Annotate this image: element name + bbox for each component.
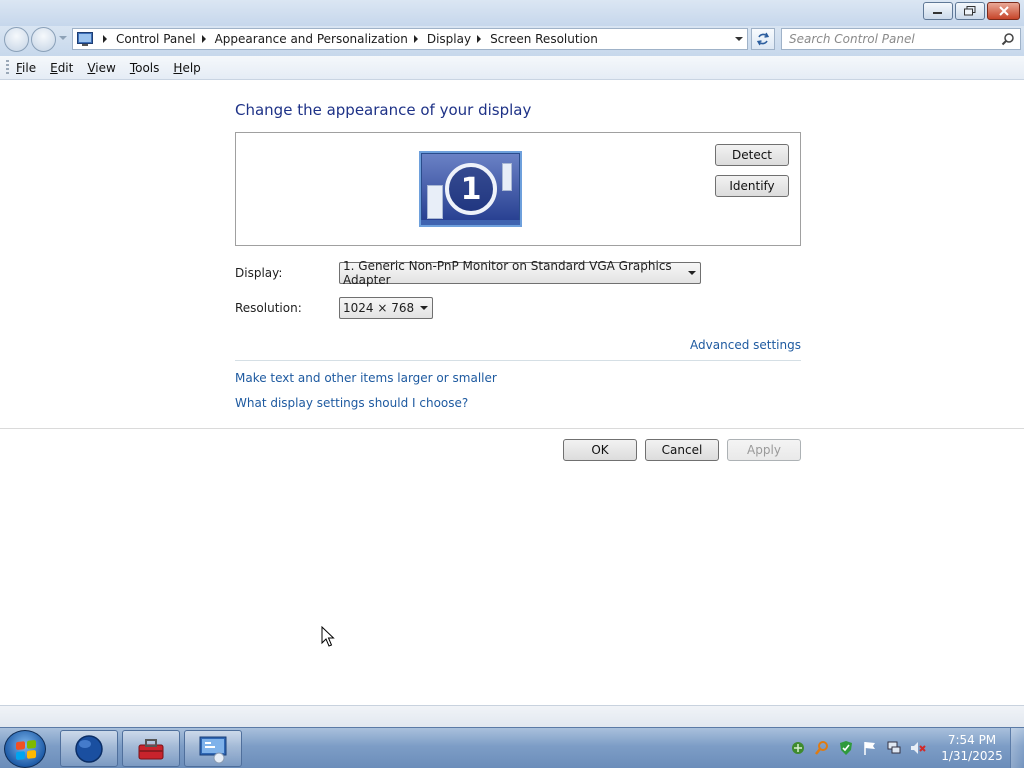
identify-button[interactable]: Identify [715,175,789,197]
chevron-right-icon[interactable] [477,35,482,43]
menu-help-label: elp [182,60,201,75]
recent-pages-dropdown[interactable] [59,36,67,40]
mouse-cursor-icon [321,626,335,647]
refresh-icon [756,32,770,46]
preview-taskbar [421,220,520,225]
resolution-label: Resolution: [235,301,302,315]
menu-edit[interactable]: Edit [50,61,73,75]
menu-tools[interactable]: Tools [130,61,160,75]
network-icon[interactable] [886,740,902,759]
cancel-button[interactable]: Cancel [645,439,719,461]
menu-view-label: iew [95,60,116,75]
start-button[interactable] [4,730,46,768]
text-size-link[interactable]: Make text and other items larger or smal… [235,371,497,385]
system-tray [790,740,926,759]
taskbar-internet-explorer[interactable] [60,730,118,767]
clock[interactable]: 7:54 PM 1/31/2025 [940,732,1004,764]
ok-button[interactable]: OK [563,439,637,461]
chevron-right-icon[interactable] [201,35,206,43]
menu-file-label: ile [22,60,37,75]
logo-quad-red [16,741,25,751]
page-title: Change the appearance of your display [235,101,532,119]
clock-date: 1/31/2025 [941,749,1003,763]
search-icon[interactable] [1001,32,1015,46]
menu-edit-label: dit [57,60,74,75]
menu-help[interactable]: Help [173,61,200,75]
windows-logo-icon [16,739,36,761]
divider [0,428,1024,429]
chevron-down-icon [420,306,428,310]
network-updates-icon[interactable] [790,740,806,759]
display-help-link[interactable]: What display settings should I choose? [235,396,468,410]
clock-time: 7:54 PM [947,733,997,747]
logo-quad-yellow [27,749,36,759]
search-box[interactable] [781,28,1021,50]
logo-quad-blue [16,751,25,761]
taskbar-control-panel[interactable] [184,730,242,767]
window-controls [923,2,1020,20]
taskbar: 7:54 PM 1/31/2025 [0,727,1024,768]
restore-icon [964,6,976,16]
breadcrumb-appearance[interactable]: Appearance and Personalization [215,32,408,46]
volume-muted-icon[interactable] [910,740,926,759]
preview-window-left [427,185,443,219]
internet-explorer-icon [75,734,103,763]
resolution-select[interactable]: 1024 × 768 [339,297,433,319]
display-select[interactable]: 1. Generic Non-PnP Monitor on Standard V… [339,259,701,287]
close-icon [998,6,1009,16]
monitor-1-icon[interactable]: 1 [419,151,522,227]
window-titlebar [0,0,1024,26]
display-label: Display: [235,266,283,280]
status-bar [0,705,1024,727]
chevron-right-icon[interactable] [413,35,418,43]
divider [235,360,801,361]
security-shield-icon[interactable] [838,740,854,759]
breadcrumb-screen-resolution[interactable]: Screen Resolution [490,32,598,46]
monitor-number: 1 [445,163,497,215]
menu-view[interactable]: View [87,61,115,75]
search-tray-icon[interactable] [814,740,830,759]
minimize-icon [933,12,942,14]
apply-button: Apply [727,439,801,461]
address-bar[interactable]: Control Panel Appearance and Personaliza… [72,28,748,50]
menu-bar: File Edit View Tools Help [0,56,1024,80]
minimize-button[interactable] [923,2,953,20]
action-center-flag-icon[interactable] [862,740,878,759]
toolbox-icon [138,738,164,759]
breadcrumb: Control Panel Appearance and Personaliza… [97,32,598,46]
control-panel-icon [77,32,93,46]
breadcrumb-display[interactable]: Display [427,32,471,46]
menu-tools-label: ools [135,60,160,75]
navigation-bar: Control Panel Appearance and Personaliza… [0,26,1024,56]
close-button[interactable] [987,2,1020,20]
refresh-button[interactable] [751,28,775,50]
menu-edit-mnemonic: E [50,60,58,75]
menu-grip [6,59,9,76]
taskbar-toolbox[interactable] [122,730,180,767]
address-dropdown-icon[interactable] [735,37,743,41]
resolution-select-value: 1024 × 768 [343,301,415,315]
content-area: Change the appearance of your display 1 … [0,81,1024,705]
restore-button[interactable] [955,2,985,20]
forward-button[interactable] [31,27,56,52]
preview-window-right [502,163,512,191]
detect-button[interactable]: Detect [715,144,789,166]
search-input[interactable] [782,32,992,46]
back-button[interactable] [4,27,29,52]
menu-file[interactable]: File [16,61,36,75]
chevron-down-icon [688,271,696,275]
advanced-settings-link[interactable]: Advanced settings [690,338,801,352]
show-desktop-button[interactable] [1010,728,1024,768]
control-panel-icon [199,736,227,763]
chevron-right-icon [103,35,107,43]
display-select-value: 1. Generic Non-PnP Monitor on Standard V… [343,259,672,287]
logo-quad-green [27,739,36,749]
display-preview-panel: 1 Detect Identify [235,132,801,246]
breadcrumb-control-panel[interactable]: Control Panel [116,32,196,46]
